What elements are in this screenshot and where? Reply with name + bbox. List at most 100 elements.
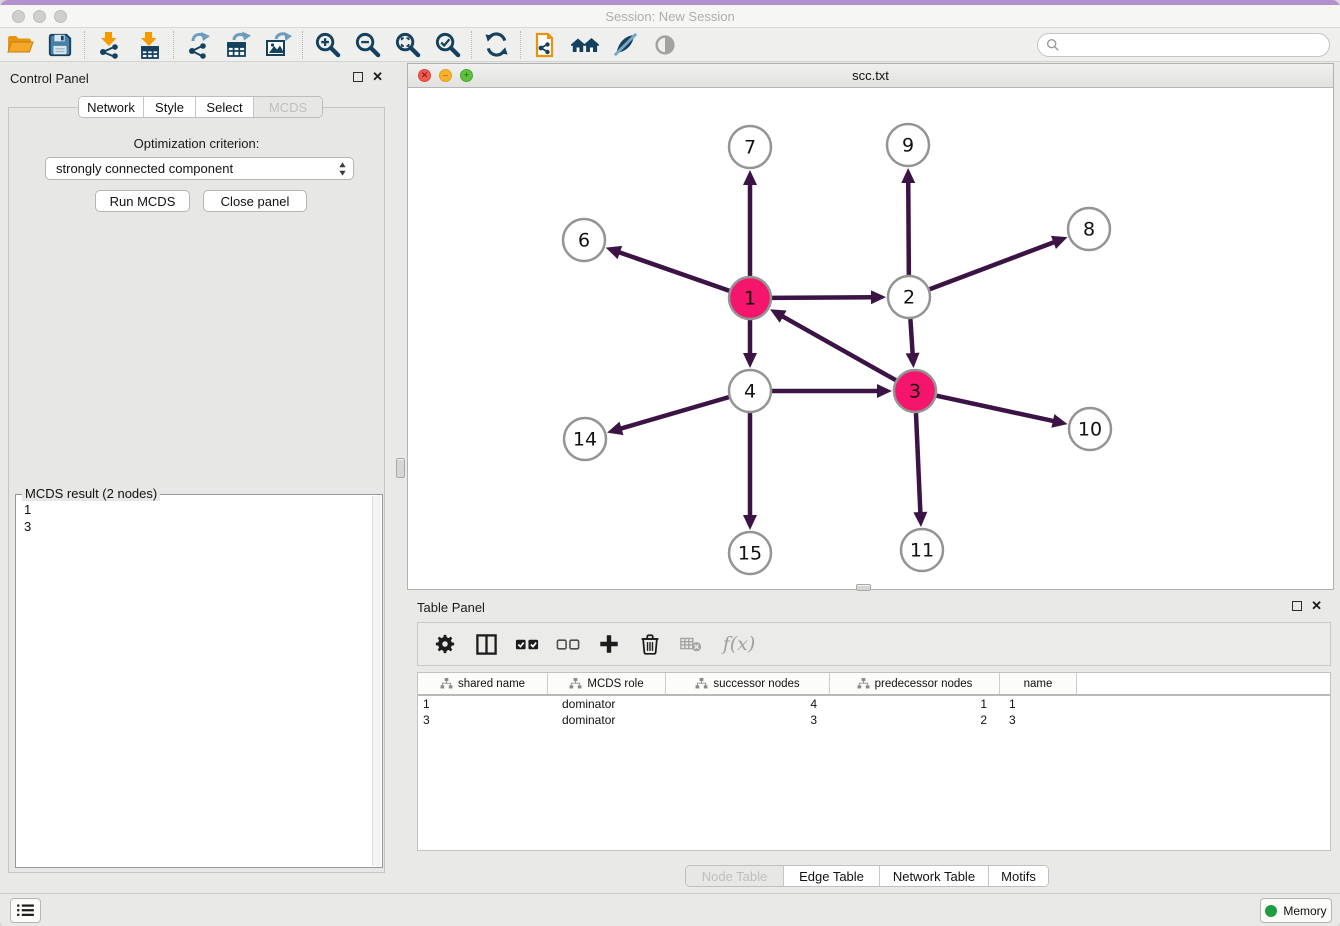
hierarchy-icon: [440, 678, 453, 689]
export-image-button[interactable]: [258, 30, 298, 60]
deselect-all-columns-button[interactable]: [553, 630, 583, 658]
select-all-columns-button[interactable]: [512, 630, 542, 658]
open-session-button[interactable]: [0, 30, 40, 60]
graph-edge-2-9[interactable]: [908, 181, 909, 275]
save-session-button[interactable]: [40, 30, 80, 60]
cell-mcds-role[interactable]: dominator: [548, 697, 666, 711]
delete-table-icon: [679, 632, 703, 656]
close-panel-icon[interactable]: ✕: [372, 72, 383, 82]
tab-select[interactable]: Select: [196, 97, 254, 117]
cell-predecessor-nodes[interactable]: 2: [830, 713, 1000, 727]
graph-edge-1-2[interactable]: [772, 297, 873, 298]
delete-table-button[interactable]: [676, 630, 706, 658]
cell-name[interactable]: 3: [1000, 713, 1077, 727]
table-settings-button[interactable]: [430, 630, 460, 658]
hide-graphics-details-button[interactable]: [605, 30, 645, 60]
toggle-column-view-button[interactable]: [471, 630, 501, 658]
criterion-select[interactable]: strongly connected component: [45, 157, 354, 180]
tab-node-table[interactable]: Node Table: [686, 866, 784, 886]
column-header-name[interactable]: name: [1000, 673, 1077, 694]
column-header-predecessor-nodes[interactable]: predecessor nodes: [830, 673, 1000, 694]
eye-disabled-icon: [652, 32, 678, 58]
horizontal-splitter-grip[interactable]: [856, 584, 871, 591]
table-row[interactable]: 1 dominator 4 1 1: [418, 696, 1330, 712]
columns-icon: [475, 633, 498, 656]
graph-edge-4-14[interactable]: [620, 397, 729, 429]
app-titlebar: Session: New Session: [0, 5, 1340, 28]
task-history-button[interactable]: [10, 898, 41, 923]
show-graphics-details-button[interactable]: [645, 30, 685, 60]
toolbar-separator: [173, 31, 174, 59]
cell-name[interactable]: 1: [1000, 697, 1077, 711]
close-panel-button[interactable]: Close panel: [203, 190, 307, 212]
graph-edge-arrowhead: [1051, 414, 1067, 428]
hierarchy-icon: [695, 678, 708, 689]
gear-icon: [434, 633, 456, 655]
zoom-out-button[interactable]: [347, 30, 387, 60]
float-table-panel-icon[interactable]: [1292, 601, 1302, 611]
graph-node-label: 7: [744, 137, 756, 159]
graph-edge-arrowhead: [743, 170, 757, 185]
zoom-in-icon: [314, 31, 341, 58]
search-input[interactable]: [1064, 35, 1329, 55]
apply-layout-button[interactable]: [476, 30, 516, 60]
column-header-shared-name[interactable]: shared name: [418, 673, 548, 694]
graph-node-label: 8: [1083, 219, 1095, 241]
open-folder-icon: [6, 31, 34, 59]
run-mcds-button[interactable]: Run MCDS: [95, 190, 190, 212]
table-row[interactable]: 3 dominator 3 2 3: [418, 712, 1330, 728]
graph-edge-3-10[interactable]: [936, 396, 1054, 422]
memory-button[interactable]: Memory: [1260, 898, 1332, 923]
tab-network-table[interactable]: Network Table: [880, 866, 989, 886]
graph-edge-3-11[interactable]: [916, 413, 920, 514]
result-line: 1: [24, 501, 31, 518]
tab-style[interactable]: Style: [144, 97, 196, 117]
graph-node-label: 9: [902, 135, 914, 157]
export-table-button[interactable]: [218, 30, 258, 60]
import-table-icon: [135, 31, 163, 59]
create-column-button[interactable]: [594, 630, 624, 658]
graph-edge-arrowhead: [743, 353, 757, 368]
column-header-successor-nodes[interactable]: successor nodes: [666, 673, 830, 694]
mcds-result-title: MCDS result (2 nodes): [22, 486, 160, 501]
cell-shared-name[interactable]: 3: [418, 713, 548, 727]
import-network-button[interactable]: [89, 30, 129, 60]
network-canvas[interactable]: 7968124314101511: [408, 88, 1333, 589]
cell-successor-nodes[interactable]: 4: [666, 697, 830, 711]
graph-edge-3-1[interactable]: [781, 316, 895, 381]
first-neighbors-button[interactable]: [565, 30, 605, 60]
cell-mcds-role[interactable]: dominator: [548, 713, 666, 727]
vertical-splitter-grip[interactable]: [396, 458, 405, 478]
close-table-panel-icon[interactable]: ✕: [1311, 601, 1322, 611]
network-graph[interactable]: 7968124314101511: [408, 88, 1333, 589]
tab-mcds[interactable]: MCDS: [254, 97, 322, 117]
graph-edge-2-8[interactable]: [930, 242, 1056, 290]
hierarchy-icon: [857, 678, 870, 689]
cell-successor-nodes[interactable]: 3: [666, 713, 830, 727]
search-field[interactable]: [1037, 33, 1330, 57]
tab-motifs[interactable]: Motifs: [989, 866, 1048, 886]
node-table: shared name MCDS role successor nodes pr…: [417, 672, 1331, 851]
zoom-fit-button[interactable]: [387, 30, 427, 60]
tab-network[interactable]: Network: [79, 97, 144, 117]
tab-edge-table[interactable]: Edge Table: [784, 866, 880, 886]
zoom-selected-button[interactable]: [427, 30, 467, 60]
delete-column-button[interactable]: [635, 630, 665, 658]
cell-predecessor-nodes[interactable]: 1: [830, 697, 1000, 711]
graph-edge-1-6[interactable]: [618, 252, 729, 291]
column-header-mcds-role[interactable]: MCDS role: [548, 673, 666, 694]
table-header-row: shared name MCDS role successor nodes pr…: [418, 673, 1330, 696]
zoom-selected-icon: [434, 31, 461, 58]
trash-icon: [639, 633, 661, 655]
function-builder-button[interactable]: f(x): [717, 630, 761, 658]
import-table-button[interactable]: [129, 30, 169, 60]
cell-shared-name[interactable]: 1: [418, 697, 548, 711]
optimization-criterion-label: Optimization criterion:: [9, 136, 384, 151]
zoom-in-button[interactable]: [307, 30, 347, 60]
clone-network-button[interactable]: [525, 30, 565, 60]
graph-edge-2-3[interactable]: [910, 319, 912, 355]
result-scrollbar[interactable]: [372, 496, 381, 866]
search-icon: [1046, 38, 1060, 52]
float-panel-icon[interactable]: [353, 72, 363, 82]
export-network-button[interactable]: [178, 30, 218, 60]
